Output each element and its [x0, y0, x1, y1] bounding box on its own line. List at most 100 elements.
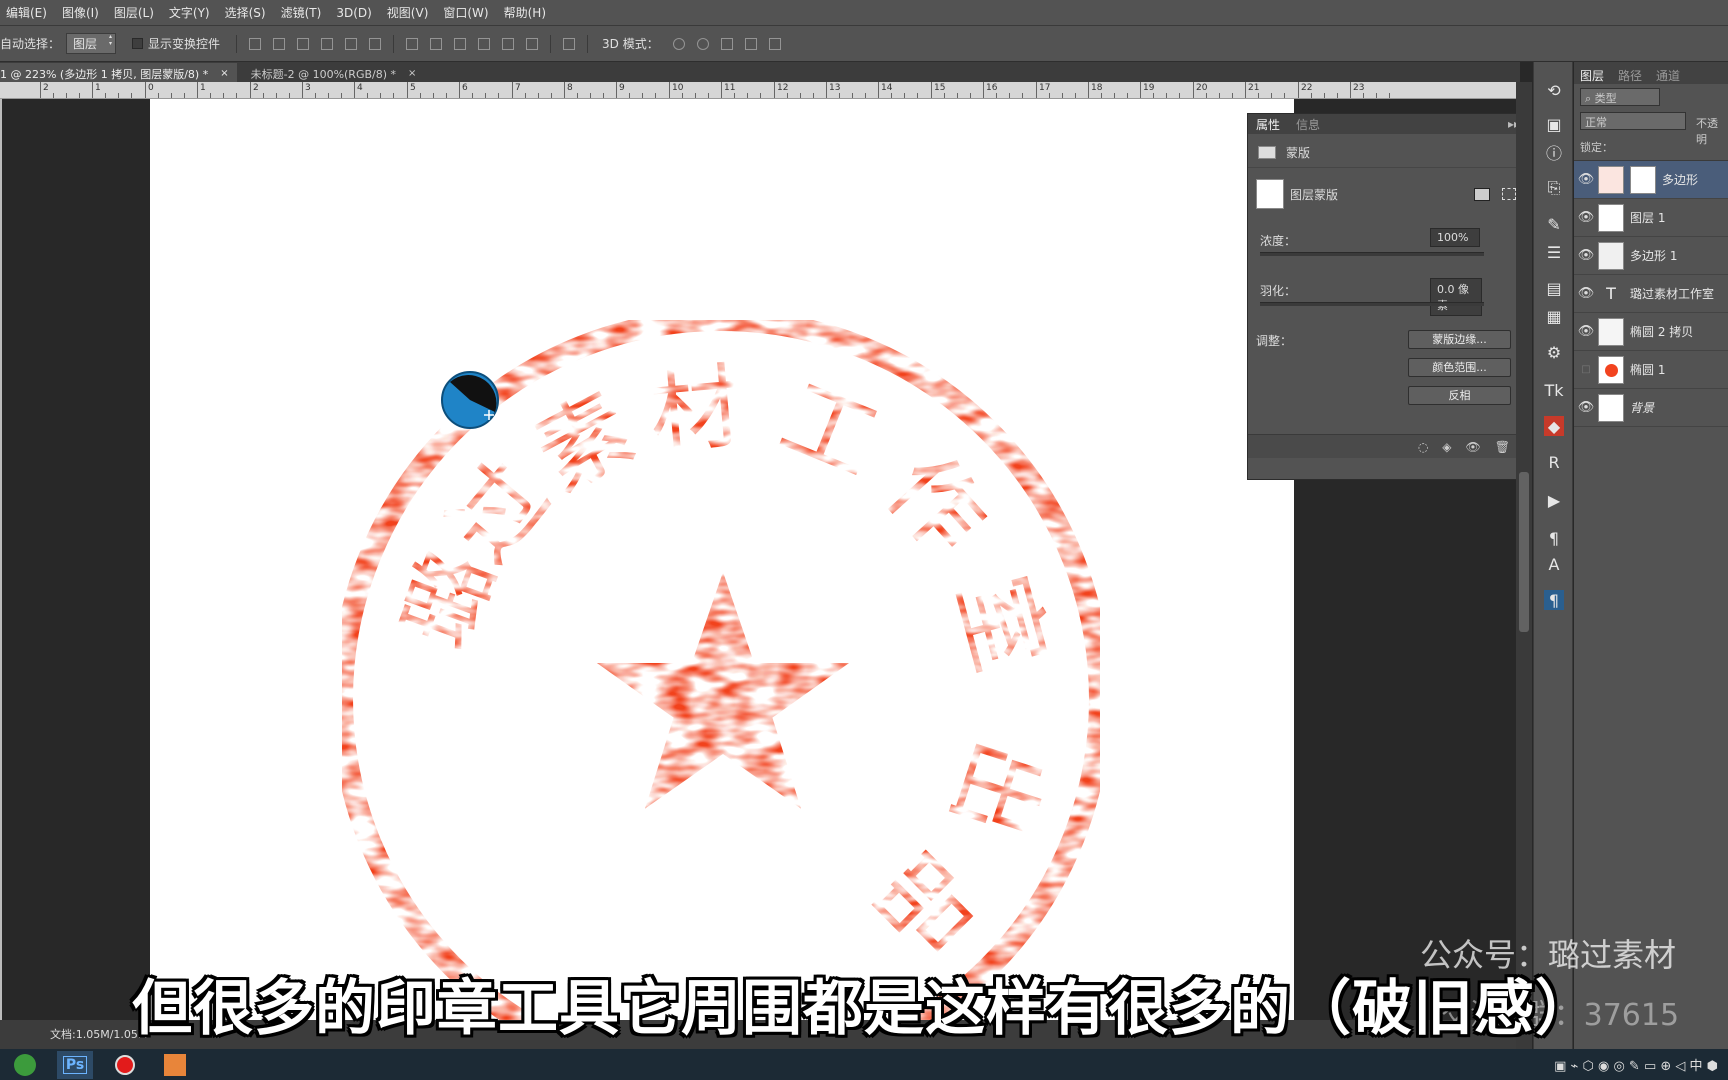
info-icon[interactable]: ⓘ [1544, 142, 1564, 163]
styles-icon[interactable]: ▤ [1544, 278, 1564, 298]
distribute-vcenter-icon[interactable] [430, 37, 443, 50]
scale-3d-icon[interactable] [768, 37, 781, 50]
eye-icon[interactable]: 👁 [1574, 210, 1598, 225]
tab-paths[interactable]: 路径 [1618, 67, 1642, 84]
menu-type[interactable]: 文字(Y) [169, 4, 210, 21]
distribute-hcenter-icon[interactable] [502, 37, 515, 50]
paragraph-styles-icon[interactable]: ¶ [1544, 590, 1564, 610]
vertical-scrollbar[interactable] [1516, 82, 1532, 1049]
history-icon[interactable]: ⟲ [1544, 80, 1564, 100]
eye-icon[interactable]: 👁 [1574, 324, 1598, 339]
show-transform-label: 显示变换控件 [148, 37, 221, 51]
layer-mask-thumbnail[interactable] [1256, 179, 1284, 209]
eye-icon[interactable]: 👁 [1574, 172, 1598, 187]
menu-image[interactable]: 图像(I) [62, 4, 99, 21]
app-taskbar-icon[interactable] [157, 1051, 193, 1079]
close-icon[interactable]: × [220, 68, 228, 79]
color-range-button[interactable]: 颜色范围... [1408, 358, 1511, 377]
drag-3d-icon[interactable] [720, 37, 733, 50]
feather-slider[interactable] [1260, 302, 1484, 306]
density-slider[interactable] [1260, 252, 1484, 256]
blend-mode-dropdown[interactable]: 正常 [1580, 112, 1686, 130]
brush-preset-icon[interactable]: ✎ [1544, 214, 1564, 234]
menu-select[interactable]: 选择(S) [225, 4, 266, 21]
text-plugin-icon[interactable]: Tk [1544, 380, 1564, 400]
eye-icon[interactable]: 👁 [1574, 286, 1598, 301]
vector-mask-icon[interactable] [1502, 188, 1516, 200]
start-button[interactable] [7, 1051, 43, 1079]
auto-select-dropdown[interactable]: 图层 [66, 33, 117, 54]
mask-edge-button[interactable]: 蒙版边缘... [1408, 330, 1511, 349]
canvas-area[interactable]: 璐 过 素 材 工 作 室 出 品 属性 信息 ▸ 蒙版 图层蒙版 浓度： 10… [2, 99, 1516, 1049]
distribute-left-icon[interactable] [478, 37, 491, 50]
tab-channels[interactable]: 通道 [1656, 67, 1680, 84]
layer-row[interactable]: 👁 多边形 [1574, 161, 1728, 199]
distribute-bottom-icon[interactable] [454, 37, 467, 50]
layer-row[interactable]: 👁 多边形 1 [1574, 237, 1728, 275]
clone-source-icon[interactable]: ⎘ [1544, 178, 1564, 198]
distribute-top-icon[interactable] [406, 37, 419, 50]
trash-icon[interactable]: 🗑 [1495, 440, 1510, 454]
density-field[interactable]: 100% [1430, 228, 1480, 247]
panel-menu-icon[interactable]: ▸▸ [1508, 117, 1516, 131]
align-right-icon[interactable] [369, 37, 382, 50]
align-top-icon[interactable] [249, 37, 262, 50]
distribute-right-icon[interactable] [526, 37, 539, 50]
layer-row[interactable]: 👁 椭圆 2 拷贝 [1574, 313, 1728, 351]
tool-preset-icon[interactable]: ⚙ [1544, 342, 1564, 362]
menu-edit[interactable]: 编辑(E) [6, 4, 47, 21]
document-canvas[interactable]: 璐 过 素 材 工 作 室 出 品 [150, 99, 1294, 1049]
layer-filter-dropdown[interactable]: ⌕ 类型 [1580, 88, 1660, 106]
menu-help[interactable]: 帮助(H) [504, 4, 546, 21]
menu-view[interactable]: 视图(V) [387, 4, 429, 21]
align-left-icon[interactable] [321, 37, 334, 50]
eye-icon[interactable]: 👁 [1574, 248, 1598, 263]
tab-document-2[interactable]: 未标题-2 @ 100%(RGB/8) * × [237, 63, 425, 82]
ruler-number: 1 [200, 83, 206, 93]
tab-properties[interactable]: 属性 [1256, 116, 1280, 133]
scroll-thumb[interactable] [1519, 472, 1529, 632]
eye-icon[interactable]: 👁 [1574, 400, 1598, 415]
menu-3d[interactable]: 3D(D) [336, 6, 371, 20]
hidden-toggle[interactable]: □ [1574, 364, 1598, 375]
align-hcenter-icon[interactable] [345, 37, 358, 50]
pixel-mask-icon[interactable] [1474, 187, 1490, 201]
actions-play-icon[interactable]: ▶ [1544, 490, 1564, 510]
align-vcenter-icon[interactable] [273, 37, 286, 50]
visibility-icon[interactable]: 👁 [1466, 440, 1481, 454]
layer-row[interactable]: 👁 T 璐过素材工作室 [1574, 275, 1728, 313]
paragraph-icon[interactable]: ¶ [1544, 528, 1564, 548]
load-selection-icon[interactable]: ◌ [1418, 440, 1428, 454]
layer-row[interactable]: □ 椭圆 1 [1574, 351, 1728, 389]
close-icon[interactable]: × [408, 68, 416, 79]
properties-panel-icon[interactable]: ▣ [1544, 114, 1564, 134]
invert-button[interactable]: 反相 [1408, 386, 1511, 405]
slide-3d-icon[interactable] [744, 37, 757, 50]
retouch-pro-icon[interactable]: R [1544, 452, 1564, 472]
tab-layers[interactable]: 图层 [1580, 67, 1604, 84]
roll-3d-icon[interactable] [696, 37, 709, 50]
divider [550, 34, 552, 53]
auto-align-icon[interactable] [563, 37, 576, 50]
show-transform-checkbox[interactable] [132, 38, 144, 49]
photoshop-taskbar-icon[interactable]: Ps [57, 1050, 93, 1079]
menu-layer[interactable]: 图层(L) [114, 4, 154, 21]
layer-name: 多边形 [1662, 173, 1699, 187]
character-icon[interactable]: A [1544, 554, 1564, 574]
feather-field[interactable]: 0.0 像素 [1430, 278, 1482, 316]
menu-window[interactable]: 窗口(W) [443, 4, 488, 21]
adjustments-icon[interactable]: ☰ [1544, 242, 1564, 262]
menu-filter[interactable]: 滤镜(T) [281, 4, 322, 21]
system-tray[interactable]: ▣ ⌁ ⬡ ◉ ◎ ✎ ▭ ⊕ ◁ 中 ⬢ [1554, 1055, 1718, 1074]
tab-info[interactable]: 信息 [1296, 116, 1320, 133]
recorder-taskbar-icon[interactable] [107, 1051, 143, 1079]
layer-row[interactable]: 👁 背景 [1574, 389, 1728, 427]
align-bottom-icon[interactable] [297, 37, 310, 50]
tab-document-1[interactable]: 1 @ 223% (多边形 1 拷贝, 图层蒙版/8) * × [0, 63, 237, 82]
plugin-icon[interactable]: ◆ [1544, 416, 1564, 436]
orbit-3d-icon[interactable] [672, 37, 685, 50]
notes-icon[interactable]: ▦ [1544, 306, 1564, 326]
apply-mask-icon[interactable]: ◈ [1442, 440, 1451, 454]
layer-thumbnail [1598, 355, 1624, 384]
layer-row[interactable]: 👁 图层 1 [1574, 199, 1728, 237]
